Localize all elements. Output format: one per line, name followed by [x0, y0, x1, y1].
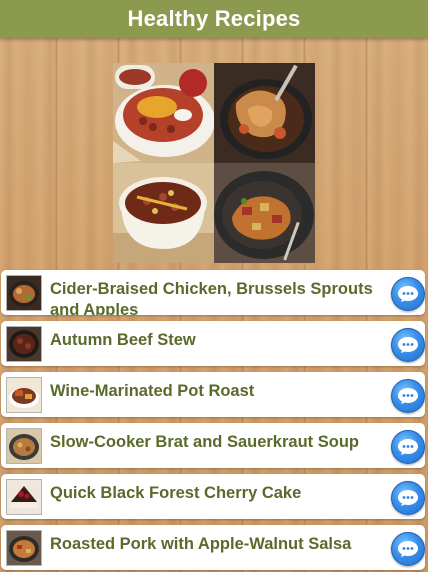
recipe-list: Cider-Braised Chicken, Brussels Sprouts …	[0, 270, 428, 572]
roasted-pork-photo	[214, 163, 315, 263]
roasted-pork-thumbnail	[6, 530, 42, 566]
bean-soup-photo	[113, 163, 214, 263]
recipe-title: Cider-Braised Chicken, Brussels Sprouts …	[50, 280, 373, 315]
recipe-banner	[113, 63, 315, 263]
chat-bubble-icon[interactable]	[391, 532, 425, 566]
list-item[interactable]: Wine-Marinated Pot Roast	[1, 372, 425, 417]
recipe-title: Wine-Marinated Pot Roast	[50, 382, 255, 400]
list-item[interactable]: Roasted Pork with Apple-Walnut Salsa	[1, 525, 425, 570]
chat-bubble-icon[interactable]	[391, 277, 425, 311]
recipe-title: Autumn Beef Stew	[50, 331, 196, 349]
list-item[interactable]: Autumn Beef Stew	[1, 321, 425, 366]
list-item[interactable]: Cider-Braised Chicken, Brussels Sprouts …	[1, 270, 425, 315]
chat-bubble-icon[interactable]	[391, 481, 425, 515]
braised-dish-photo	[214, 63, 315, 163]
list-item[interactable]: Slow-Cooker Brat and Sauerkraut Soup	[1, 423, 425, 468]
recipe-title: Roasted Pork with Apple-Walnut Salsa	[50, 535, 352, 553]
cherry-cake-thumbnail	[6, 479, 42, 515]
braised-chicken-thumbnail	[6, 275, 42, 311]
chat-bubble-icon[interactable]	[391, 430, 425, 464]
soup-thumbnail	[6, 428, 42, 464]
chili-bowl-photo	[113, 63, 214, 163]
app-header: Healthy Recipes	[0, 0, 428, 38]
recipe-title: Quick Black Forest Cherry Cake	[50, 484, 302, 502]
chat-bubble-icon[interactable]	[391, 379, 425, 413]
recipe-title: Slow-Cooker Brat and Sauerkraut Soup	[50, 433, 359, 451]
beef-stew-thumbnail	[6, 326, 42, 362]
pot-roast-thumbnail	[6, 377, 42, 413]
chat-bubble-icon[interactable]	[391, 328, 425, 362]
app-title: Healthy Recipes	[127, 6, 301, 31]
list-item[interactable]: Quick Black Forest Cherry Cake	[1, 474, 425, 519]
